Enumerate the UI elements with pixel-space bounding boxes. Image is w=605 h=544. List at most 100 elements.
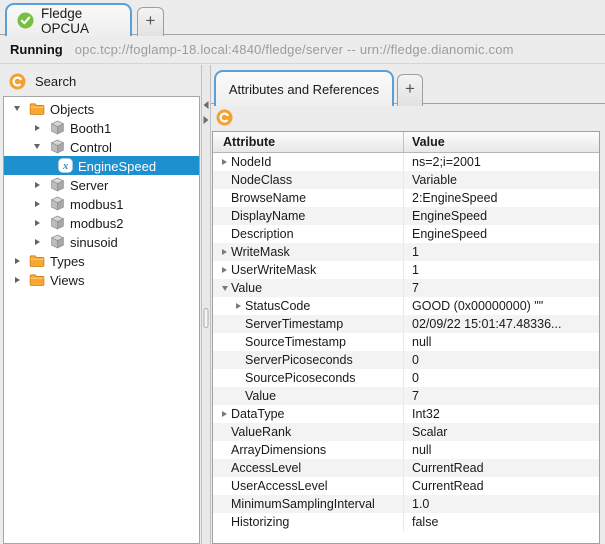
table-row[interactable]: Value 7 — [213, 387, 599, 405]
table-row[interactable]: UserWriteMask 1 — [213, 261, 599, 279]
table-row[interactable]: BrowseName 2:EngineSpeed — [213, 189, 599, 207]
table-row[interactable]: Value 7 — [213, 279, 599, 297]
expand-toggle[interactable] — [218, 267, 231, 273]
expand-toggle[interactable] — [218, 411, 231, 417]
attribute-name: Value — [245, 389, 277, 403]
table-row[interactable]: NodeId ns=2;i=2001 — [213, 153, 599, 171]
expand-toggle[interactable] — [31, 238, 43, 245]
panel-splitter[interactable] — [201, 65, 211, 544]
attribute-cell: AccessLevel — [213, 459, 403, 477]
table-row[interactable]: ServerTimestamp 02/09/22 15:01:47.48336..… — [213, 315, 599, 333]
column-header-attribute[interactable]: Attribute — [213, 132, 403, 152]
search-button-label[interactable]: Search — [35, 74, 76, 89]
tab-label: Fledge OPCUA — [41, 5, 90, 36]
attribute-name: Description — [231, 227, 294, 241]
collapse-arrow-icon — [221, 285, 228, 291]
collapse-toggle[interactable] — [31, 144, 43, 149]
table-row[interactable]: MinimumSamplingInterval 1.0 — [213, 495, 599, 513]
table-row[interactable]: ArrayDimensions null — [213, 441, 599, 459]
tree-item-label: EngineSpeed — [78, 158, 157, 174]
table-row[interactable]: AccessLevel CurrentRead — [213, 459, 599, 477]
cube-icon — [49, 215, 65, 231]
expand-arrow-icon — [34, 181, 40, 188]
table-row[interactable]: Description EngineSpeed — [213, 225, 599, 243]
tree-item-label: Control — [70, 139, 112, 155]
table-row[interactable]: DisplayName EngineSpeed — [213, 207, 599, 225]
expand-toggle[interactable] — [31, 124, 43, 131]
tree-item-views[interactable]: Views — [4, 270, 199, 289]
tree-item-types[interactable]: Types — [4, 251, 199, 270]
expand-toggle[interactable] — [11, 276, 23, 283]
value-cell: Int32 — [403, 405, 599, 423]
attribute-cell: Value — [213, 387, 403, 405]
expand-toggle[interactable] — [218, 249, 231, 255]
value-cell: 1 — [403, 261, 599, 279]
tree-item-server[interactable]: Server — [4, 175, 199, 194]
table-row[interactable]: ValueRank Scalar — [213, 423, 599, 441]
value-cell: CurrentRead — [403, 477, 599, 495]
collapse-toggle[interactable] — [11, 106, 23, 111]
table-row[interactable]: Historizing false — [213, 513, 599, 531]
tree-item-control[interactable]: Control — [4, 137, 199, 156]
table-row[interactable]: SourcePicoseconds 0 — [213, 369, 599, 387]
expand-toggle[interactable] — [11, 257, 23, 264]
refresh-icon[interactable] — [216, 109, 233, 126]
expand-arrow-icon — [222, 411, 227, 417]
tab-attributes-and-references[interactable]: Attributes and References — [214, 70, 394, 106]
tree-item-enginespeed[interactable]: x EngineSpeed — [4, 156, 199, 175]
attribute-cell: MinimumSamplingInterval — [213, 495, 403, 513]
expand-toggle[interactable] — [31, 181, 43, 188]
tree-item-booth1[interactable]: Booth1 — [4, 118, 199, 137]
expand-toggle[interactable] — [31, 200, 43, 207]
expand-arrow-icon — [34, 219, 40, 226]
expand-toggle[interactable] — [232, 303, 245, 309]
value-cell: null — [403, 333, 599, 351]
attribute-cell: StatusCode — [213, 297, 403, 315]
expand-arrow-icon — [34, 200, 40, 207]
table-row[interactable]: SourceTimestamp null — [213, 333, 599, 351]
attribute-name: MinimumSamplingInterval — [231, 497, 375, 511]
attribute-name: AccessLevel — [231, 461, 302, 475]
attribute-value: 0 — [412, 353, 419, 367]
table-row[interactable]: ServerPicoseconds 0 — [213, 351, 599, 369]
expand-toggle[interactable] — [31, 219, 43, 226]
value-cell: 1.0 — [403, 495, 599, 513]
value-cell: 02/09/22 15:01:47.48336... — [403, 315, 599, 333]
attribute-cell: ServerPicoseconds — [213, 351, 403, 369]
new-connection-tab-button[interactable]: + — [137, 7, 164, 36]
attribute-cell: ValueRank — [213, 423, 403, 441]
table-row[interactable]: WriteMask 1 — [213, 243, 599, 261]
expand-toggle[interactable] — [218, 159, 231, 165]
tree-item-objects[interactable]: Objects — [4, 99, 199, 118]
attribute-value: 2:EngineSpeed — [412, 191, 498, 205]
table-row[interactable]: DataType Int32 — [213, 405, 599, 423]
table-row[interactable]: UserAccessLevel CurrentRead — [213, 477, 599, 495]
tree-item-sinusoid[interactable]: sinusoid — [4, 232, 199, 251]
refresh-icon[interactable] — [9, 73, 26, 90]
table-row[interactable]: StatusCode GOOD (0x00000000) "" — [213, 297, 599, 315]
attribute-cell: DisplayName — [213, 207, 403, 225]
cube-icon — [49, 177, 65, 193]
expand-arrow-icon — [34, 238, 40, 245]
tab-fledge-opcua[interactable]: Fledge OPCUA — [5, 3, 132, 36]
connection-status: Running — [10, 42, 63, 57]
tree-item-modbus1[interactable]: modbus1 — [4, 194, 199, 213]
table-row[interactable]: NodeClass Variable — [213, 171, 599, 189]
attribute-cell: ArrayDimensions — [213, 441, 403, 459]
collapse-toggle[interactable] — [218, 285, 231, 291]
value-cell: EngineSpeed — [403, 225, 599, 243]
attribute-value: Scalar — [412, 425, 448, 439]
new-view-tab-button[interactable]: + — [397, 74, 423, 106]
table-header: Attribute Value — [213, 132, 599, 153]
value-cell: 2:EngineSpeed — [403, 189, 599, 207]
splitter-handle[interactable] — [203, 308, 209, 328]
column-header-value[interactable]: Value — [403, 132, 599, 152]
attribute-value: 0 — [412, 371, 419, 385]
folder-icon — [29, 253, 45, 269]
value-cell: 1 — [403, 243, 599, 261]
attribute-name: ValueRank — [231, 425, 292, 439]
expand-right-icon[interactable] — [203, 116, 209, 124]
expand-arrow-icon — [222, 267, 227, 273]
collapse-left-icon[interactable] — [203, 101, 209, 109]
tree-item-modbus2[interactable]: modbus2 — [4, 213, 199, 232]
